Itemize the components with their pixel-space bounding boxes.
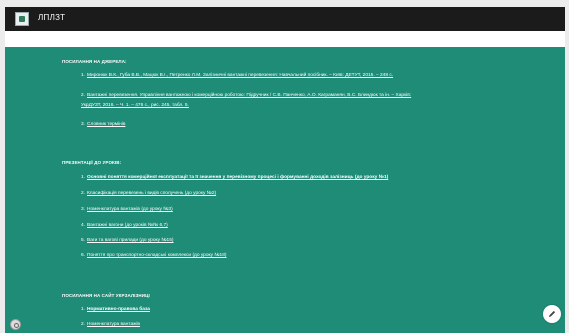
source-item-1[interactable]: 1. Миронюк В.К., Губа В.В., Мацюк В.І., П… — [81, 73, 393, 79]
source-link-1[interactable]: Миронюк В.К., Губа В.В., Мацюк В.І., Пет… — [87, 73, 393, 78]
site-item-1[interactable]: 1. Нормативно-правова база — [81, 307, 150, 313]
source-link-3[interactable]: Словник термінів — [87, 122, 125, 127]
source-item-2-cont[interactable]: УкрДУЗТ, 2016. – Ч. 1. – 476 с., рис. 24… — [81, 103, 189, 109]
source-link-2-cont[interactable]: УкрДУЗТ, 2016. – Ч. 1. – 476 с., рис. 24… — [81, 103, 189, 108]
section-title-ukrzaliznytsia: ПОСИЛАННЯ НА САЙТ УКРЗАЛІЗНИЦІ — [62, 293, 150, 298]
presentation-link-3[interactable]: Номенклатура вантажів (до уроку №3) — [87, 207, 173, 212]
app-title: ЛПЛЗТ — [38, 13, 66, 22]
presentation-item-4[interactable]: 4. Вантажні вагони (до уроків №№ 6,7) — [81, 223, 168, 229]
source-link-2[interactable]: Вантажні перевезення. Управління вантажн… — [87, 93, 411, 98]
site-item-2[interactable]: 2. Номенклатура вантажів — [81, 322, 140, 328]
settings-circle-icon[interactable] — [10, 319, 21, 330]
presentation-item-2[interactable]: 2. Класифікація перевезень і видів сполуч… — [81, 191, 216, 197]
content-panel: ПОСИЛАННЯ НА ДЖЕРЕЛА: 1. Миронюк В.К., Гу… — [5, 47, 565, 333]
app-logo-icon[interactable] — [15, 12, 29, 26]
source-item-2[interactable]: 2. Вантажні перевезення. Управління ванта… — [81, 93, 411, 99]
presentation-link-5[interactable]: Ваги та вагові прилади (до уроку №15) — [87, 238, 173, 243]
presentation-item-6[interactable]: 6. Поняття про транспортно-складські комп… — [81, 253, 226, 259]
top-app-bar: ЛПЛЗТ — [5, 7, 565, 31]
presentation-link-2[interactable]: Класифікація перевезень і видів сполучен… — [87, 191, 216, 196]
site-link-2[interactable]: Номенклатура вантажів — [87, 322, 140, 327]
presentation-link-4[interactable]: Вантажні вагони (до уроків №№ 6,7) — [87, 223, 168, 228]
presentation-item-3[interactable]: 3. Номенклатура вантажів (до уроку №3) — [81, 207, 173, 213]
presentation-link-1[interactable]: Основні поняття комерційної експлуатації… — [87, 175, 388, 180]
section-title-sources: ПОСИЛАННЯ НА ДЖЕРЕЛА: — [62, 59, 127, 64]
presentation-item-1[interactable]: 1. Основні поняття комерційної експлуатац… — [81, 175, 388, 181]
source-item-3[interactable]: 3. Словник термінів — [81, 122, 125, 128]
presentation-link-6[interactable]: Поняття про транспортно-складські компле… — [87, 253, 226, 258]
header-spacer — [5, 31, 565, 47]
pencil-edit-icon — [549, 310, 556, 317]
section-title-presentations: ПРЕЗЕНТАЦІЇ ДО УРОКІВ: — [62, 160, 122, 165]
edit-button[interactable] — [543, 305, 561, 323]
site-link-1[interactable]: Нормативно-правова база — [87, 307, 150, 312]
presentation-item-5[interactable]: 5. Ваги та вагові прилади (до уроку №15) — [81, 238, 173, 244]
